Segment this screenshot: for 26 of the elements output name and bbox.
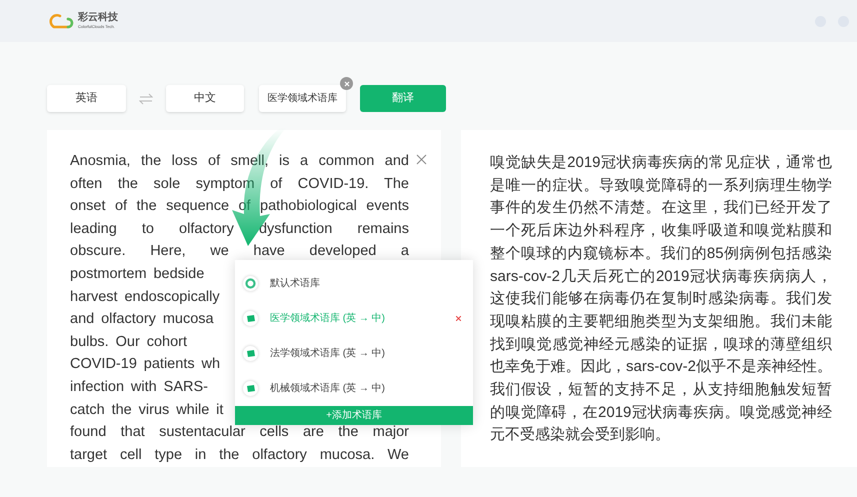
source-text-line: bulbs. Our cohort bbox=[70, 332, 188, 352]
source-text-line: obscure. Here, we have developed a bbox=[70, 242, 409, 262]
source-text-line: harvest endoscopically bbox=[70, 288, 220, 307]
flag-icon bbox=[243, 381, 258, 396]
source-text-line: and olfactory mucosa bbox=[70, 310, 214, 330]
source-text-line: found that sustentacular cells are the major bbox=[70, 423, 409, 442]
source-text-line: catch the virus while it bbox=[70, 400, 224, 420]
source-text-line: target cell type in the olfactory mucosa. We bbox=[70, 446, 409, 465]
source-language-select[interactable]: 英语 bbox=[47, 85, 126, 112]
ring-icon bbox=[243, 276, 258, 291]
glossary-select[interactable]: 医学领域术语库 bbox=[259, 85, 346, 112]
swap-icon[interactable] bbox=[139, 92, 153, 104]
source-text-line: Anosmia, the loss of smell, is a common and bbox=[70, 152, 409, 171]
clear-icon[interactable] bbox=[340, 77, 353, 90]
translation-panel: 嗅觉缺失是2019冠状病毒疾病的常见症状，通常也是唯一的症状。导致嗅觉障碍的一系列病理生物学事件的发生仍然不清楚。在这里，我们已经开发了一个死后床边外科程序，收集呼吸道和嗅觉粘膜和整个嗅球的内窥镜标本。我们的85例病例包括感染sars-cov-2几天后死亡的2019冠状病毒疾病病人，这使我们能够在病毒仍在复制时感染病毒。我们发现嗅粘膜的主要靶细胞类型为支架细胞。我们未能找到嗅觉感觉神经元感染的证据，嗅球的薄壁组织也幸免于难。因此，sars-cov-2似乎不是亲神经性。我们假设，短暂的支持不足，从支持细胞触发短暂的嗅觉障碍，在2019冠状病毒疾病。嗅觉感觉神经元不受感染就会受到影响。 bbox=[461, 130, 857, 467]
source-text-line: postmortem bedside bbox=[70, 264, 204, 284]
target-language-select[interactable]: 中文 bbox=[166, 85, 244, 112]
source-text-line: COVID-19 patients wh bbox=[70, 355, 220, 374]
flag-icon bbox=[243, 346, 258, 361]
source-text-line: leading to olfactory dysfunction remains bbox=[70, 220, 409, 239]
remove-icon[interactable] bbox=[456, 316, 461, 321]
close-icon[interactable] bbox=[416, 154, 427, 165]
brand-name: 彩云科技 bbox=[78, 13, 118, 23]
flag-icon bbox=[243, 311, 258, 326]
source-text-line: infection with SARS- bbox=[70, 378, 208, 397]
source-text-line: often the sole symptom of COVID-19. The bbox=[70, 174, 409, 194]
